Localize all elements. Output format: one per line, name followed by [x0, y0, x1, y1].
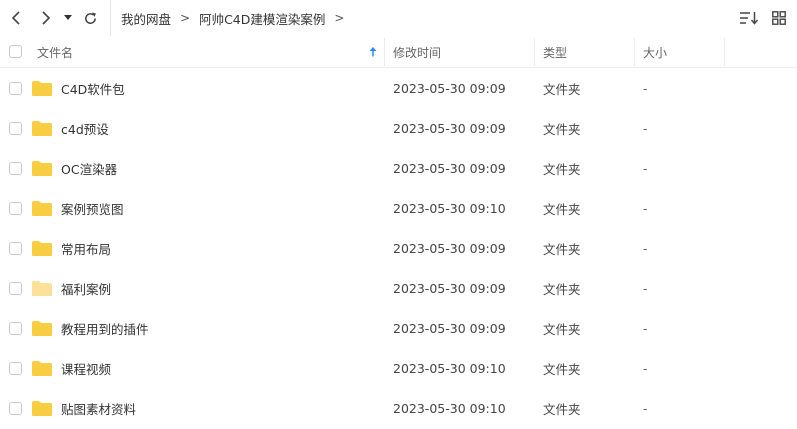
- file-modified: 2023-05-30 09:10: [393, 360, 506, 376]
- file-modified: 2023-05-30 09:09: [393, 80, 506, 96]
- breadcrumb-root[interactable]: 我的网盘: [121, 9, 171, 28]
- row-checkbox[interactable]: [9, 282, 22, 295]
- file-size: -: [643, 120, 648, 136]
- table-row[interactable]: OC渲染器 2023-05-30 09:09 文件夹 -: [0, 148, 797, 188]
- file-type: 文件夹: [543, 241, 581, 257]
- file-modified: 2023-05-30 09:10: [393, 200, 506, 216]
- table-row[interactable]: 福利案例 2023-05-30 09:09 文件夹 -: [0, 268, 797, 308]
- file-type: 文件夹: [543, 361, 581, 377]
- folder-icon: [32, 361, 52, 376]
- file-name[interactable]: 案例预览图: [61, 188, 124, 228]
- folder-icon: [32, 121, 52, 136]
- file-size: -: [643, 360, 648, 376]
- table-row[interactable]: 贴图素材资料 2023-05-30 09:10 文件夹 -: [0, 388, 797, 428]
- table-row[interactable]: c4d预设 2023-05-30 09:09 文件夹 -: [0, 108, 797, 148]
- row-checkbox[interactable]: [9, 402, 22, 415]
- file-modified: 2023-05-30 09:10: [393, 400, 506, 416]
- file-modified: 2023-05-30 09:09: [393, 280, 506, 296]
- table-row[interactable]: 课程视频 2023-05-30 09:10 文件夹 -: [0, 348, 797, 388]
- toolbar: 我的网盘 > 阿帅C4D建模渲染案例 >: [0, 0, 797, 36]
- row-checkbox[interactable]: [9, 322, 22, 335]
- refresh-button[interactable]: [79, 7, 101, 29]
- file-type: 文件夹: [543, 401, 581, 417]
- file-size: -: [643, 320, 648, 336]
- history-dropdown-button[interactable]: [60, 7, 76, 29]
- file-name[interactable]: OC渲染器: [61, 148, 117, 188]
- file-size: -: [643, 280, 648, 296]
- breadcrumb-separator: >: [180, 11, 191, 25]
- table-row[interactable]: 常用布局 2023-05-30 09:09 文件夹 -: [0, 228, 797, 268]
- file-list-header: 文件名 修改时间 类型 大小: [0, 36, 797, 68]
- column-header-size[interactable]: 大小: [643, 36, 667, 68]
- folder-icon: [32, 81, 52, 96]
- file-size: -: [643, 200, 648, 216]
- file-type: 文件夹: [543, 201, 581, 217]
- sort-list-icon: [740, 12, 759, 25]
- folder-icon: [32, 321, 52, 336]
- row-checkbox[interactable]: [9, 362, 22, 375]
- file-size: -: [643, 160, 648, 176]
- row-checkbox[interactable]: [9, 242, 22, 255]
- row-checkbox[interactable]: [9, 82, 22, 95]
- file-type: 文件夹: [543, 321, 581, 337]
- file-type: 文件夹: [543, 81, 581, 97]
- column-header-name[interactable]: 文件名: [37, 36, 73, 68]
- column-divider[interactable]: [534, 38, 535, 66]
- file-name[interactable]: 常用布局: [61, 228, 111, 268]
- folder-icon: [32, 401, 52, 416]
- folder-icon: [32, 281, 52, 296]
- sort-button[interactable]: [739, 9, 759, 27]
- column-divider[interactable]: [384, 38, 385, 66]
- row-checkbox[interactable]: [9, 202, 22, 215]
- folder-icon: [32, 161, 52, 176]
- file-type: 文件夹: [543, 161, 581, 177]
- file-name[interactable]: 课程视频: [61, 348, 111, 388]
- grid-view-icon: [772, 11, 786, 25]
- sort-ascending-icon[interactable]: [369, 47, 377, 57]
- file-name[interactable]: 福利案例: [61, 268, 111, 308]
- file-name[interactable]: C4D软件包: [61, 68, 125, 108]
- forward-button[interactable]: [35, 7, 57, 29]
- caret-down-icon: [64, 15, 72, 20]
- column-header-modified[interactable]: 修改时间: [393, 36, 441, 68]
- file-modified: 2023-05-30 09:09: [393, 240, 506, 256]
- row-checkbox[interactable]: [9, 162, 22, 175]
- breadcrumb-separator: >: [334, 11, 345, 25]
- file-size: -: [643, 80, 648, 96]
- view-toggle-button[interactable]: [769, 9, 789, 27]
- file-modified: 2023-05-30 09:09: [393, 160, 506, 176]
- file-size: -: [643, 400, 648, 416]
- back-button[interactable]: [5, 7, 27, 29]
- column-divider[interactable]: [724, 38, 725, 66]
- file-name[interactable]: 贴图素材资料: [61, 388, 136, 428]
- row-checkbox[interactable]: [9, 122, 22, 135]
- breadcrumb-current[interactable]: 阿帅C4D建模渲染案例: [199, 9, 325, 28]
- table-row[interactable]: C4D软件包 2023-05-30 09:09 文件夹 -: [0, 68, 797, 108]
- chevron-left-icon: [11, 11, 20, 25]
- file-type: 文件夹: [543, 121, 581, 137]
- column-header-type[interactable]: 类型: [543, 36, 567, 68]
- select-all-checkbox[interactable]: [9, 45, 22, 58]
- file-modified: 2023-05-30 09:09: [393, 120, 506, 136]
- file-size: -: [643, 240, 648, 256]
- table-row[interactable]: 案例预览图 2023-05-30 09:10 文件夹 -: [0, 188, 797, 228]
- column-divider[interactable]: [634, 38, 635, 66]
- table-row[interactable]: 教程用到的插件 2023-05-30 09:09 文件夹 -: [0, 308, 797, 348]
- file-name[interactable]: c4d预设: [61, 108, 109, 148]
- chevron-right-icon: [42, 11, 51, 25]
- breadcrumb: 我的网盘 > 阿帅C4D建模渲染案例 >: [110, 0, 353, 36]
- folder-icon: [32, 241, 52, 256]
- file-modified: 2023-05-30 09:09: [393, 320, 506, 336]
- file-name[interactable]: 教程用到的插件: [61, 308, 149, 348]
- folder-icon: [32, 201, 52, 216]
- refresh-icon: [84, 12, 96, 24]
- file-type: 文件夹: [543, 281, 581, 297]
